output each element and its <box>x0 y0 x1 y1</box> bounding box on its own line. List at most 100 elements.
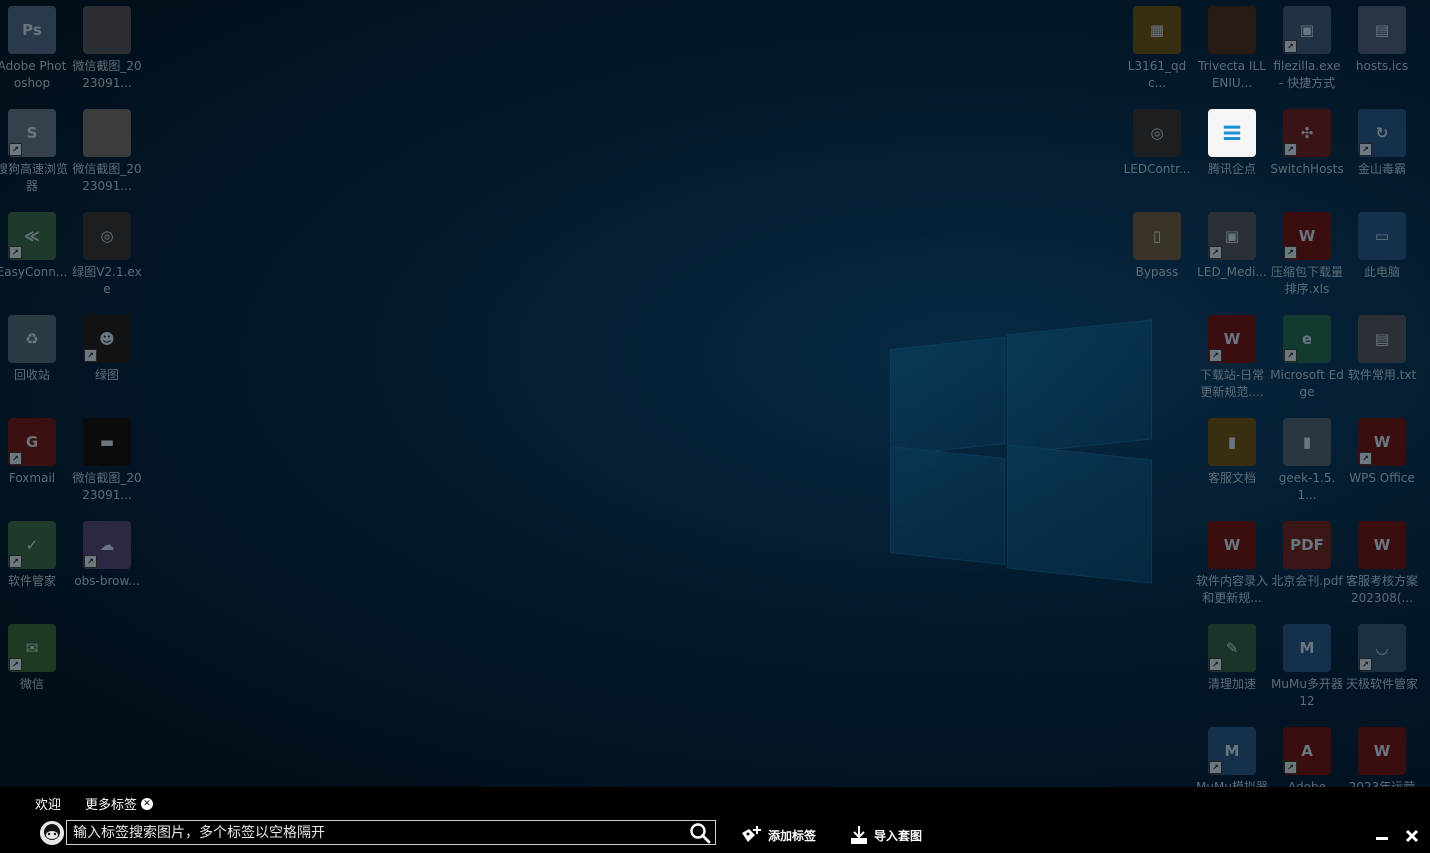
search-icon[interactable] <box>689 822 711 844</box>
desktop-icon[interactable]: e ↗ Microsoft Edge <box>1270 315 1344 401</box>
desktop-icon-label: 下载站-日常更新规范.... <box>1199 368 1265 399</box>
desktop-icon[interactable]: 微信截图_2023091... <box>70 109 144 195</box>
app-icon: A ↗ <box>1283 727 1331 775</box>
desktop-icon[interactable]: ✓ ↗ 软件管家 <box>0 521 69 590</box>
desktop-icon-label: 绿图 <box>94 368 119 382</box>
desktop-icon[interactable]: W ↗ WPS Office <box>1345 418 1419 487</box>
app-icon: ☻ ↗ <box>83 315 131 363</box>
app-icon: M ↗ <box>1208 727 1256 775</box>
desktop-icon[interactable]: ↻ ↗ 金山毒霸 <box>1345 109 1419 178</box>
desktop-icon-label: Adobe Photoshop <box>0 59 67 90</box>
desktop-icon[interactable]: ☁ ↗ obs-brow... <box>70 521 144 590</box>
desktop-icon[interactable]: ≪ ↗ EasyConn... <box>0 212 69 281</box>
app-icon: ▤ <box>1358 6 1406 54</box>
app-icon: ◎ <box>1133 109 1181 157</box>
tab-more-tags[interactable]: 更多标签 ✕ <box>85 794 154 813</box>
app-icon <box>83 109 131 157</box>
desktop-icon-label: 微信截图_2023091... <box>72 59 142 90</box>
app-icon: ▣ ↗ <box>1283 6 1331 54</box>
app-icon: ✉ ↗ <box>8 624 56 672</box>
desktop-icon[interactable]: W 客服考核方案202308(... <box>1345 521 1419 607</box>
desktop-icon-label: 绿图V2.1.exe <box>72 265 142 296</box>
desktop-icon[interactable]: PDF 北京会刊.pdf <box>1270 521 1344 590</box>
avatar[interactable] <box>40 821 64 845</box>
shortcut-arrow-icon: ↗ <box>1209 246 1222 259</box>
desktop-icon-label: Trivecta ILLENIU... <box>1198 59 1266 90</box>
desktop-icon-label: EasyConn... <box>0 265 68 279</box>
desktop-icon-label: 微信截图_2023091... <box>72 162 142 193</box>
desktop-icon[interactable]: M MuMu多开器12 <box>1270 624 1344 710</box>
desktop-icon[interactable]: ◡ ↗ 天极软件管家 <box>1345 624 1419 693</box>
desktop-icon-label: 软件管家 <box>7 574 56 588</box>
app-icon: ↻ ↗ <box>1358 109 1406 157</box>
minimize-icon[interactable] <box>1374 828 1390 844</box>
shortcut-arrow-icon: ↗ <box>1359 658 1372 671</box>
desktop-icon-label: obs-brow... <box>74 574 140 588</box>
app-icon: W ↗ <box>1283 212 1331 260</box>
tab-welcome[interactable]: 欢迎 <box>35 794 61 813</box>
search-input[interactable] <box>67 821 687 844</box>
desktop-icon[interactable]: ✎ ↗ 清理加速 <box>1195 624 1269 693</box>
desktop-icon[interactable]: Ps Adobe Photoshop <box>0 6 69 92</box>
shortcut-arrow-icon: ↗ <box>1209 761 1222 774</box>
shortcut-arrow-icon: ↗ <box>84 349 97 362</box>
desktop-icon[interactable]: ▮ 客服文档 <box>1195 418 1269 487</box>
desktop-icon-label: SwitchHosts <box>1270 162 1344 176</box>
desktop-icon[interactable]: ✉ ↗ 微信 <box>0 624 69 693</box>
app-icon: S ↗ <box>8 109 56 157</box>
desktop-icon[interactable]: Trivecta ILLENIU... <box>1195 6 1269 92</box>
desktop-icon[interactable]: ▭ 此电脑 <box>1345 212 1419 281</box>
desktop-icon-label: MuMu模拟器 <box>1196 780 1268 787</box>
desktop-icon[interactable]: ◎ LEDContr... <box>1120 109 1194 178</box>
shortcut-arrow-icon: ↗ <box>1359 452 1372 465</box>
desktop-icon[interactable]: M ↗ MuMu模拟器 <box>1195 727 1269 787</box>
desktop-icon[interactable]: ▤ 软件常用.txt <box>1345 315 1419 384</box>
desktop-icon[interactable]: ▣ ↗ LED_Medi... <box>1195 212 1269 281</box>
desktop-icon[interactable]: G ↗ Foxmail <box>0 418 69 487</box>
shortcut-arrow-icon: ↗ <box>1284 246 1297 259</box>
add-tag-icon <box>742 826 761 842</box>
app-icon: Ps <box>8 6 56 54</box>
desktop-icon-label: LEDContr... <box>1123 162 1191 176</box>
desktop: Ps Adobe Photoshop 微信截图_2023091... S ↗ 搜狗高速浏览… <box>0 0 1430 787</box>
desktop-icon[interactable]: W ↗ 下载站-日常更新规范.... <box>1195 315 1269 401</box>
app-icon: ✣ ↗ <box>1283 109 1331 157</box>
desktop-icon[interactable]: W 2023年运营 <box>1345 727 1419 787</box>
desktop-icon[interactable]: ▣ ↗ filezilla.exe - 快捷方式 <box>1270 6 1344 92</box>
desktop-icon[interactable]: S ↗ 搜狗高速浏览器 <box>0 109 69 195</box>
shortcut-arrow-icon: ↗ <box>1284 761 1297 774</box>
desktop-icon[interactable]: ☻ ↗ 绿图 <box>70 315 144 384</box>
desktop-icon[interactable]: ♻ 回收站 <box>0 315 69 384</box>
desktop-icon[interactable]: ≡ 腾讯企点 <box>1195 109 1269 178</box>
import-set-button[interactable]: 导入套图 <box>850 825 922 845</box>
close-window-icon[interactable] <box>1404 828 1420 844</box>
import-set-label: 导入套图 <box>874 828 923 843</box>
app-icon: ▮ <box>1283 418 1331 466</box>
close-icon[interactable]: ✕ <box>141 797 154 810</box>
desktop-icon-label: 客服文档 <box>1207 471 1256 485</box>
desktop-icon[interactable]: 微信截图_2023091... <box>70 6 144 92</box>
add-tag-button[interactable]: 添加标签 <box>740 825 816 845</box>
desktop-icon[interactable]: ▮ geek-1.5.1... <box>1270 418 1344 504</box>
app-icon: ▦ <box>1133 6 1181 54</box>
app-icon: ≪ ↗ <box>8 212 56 260</box>
shortcut-arrow-icon: ↗ <box>9 246 22 259</box>
desktop-icon[interactable]: W ↗ 压缩包下载量排序.xls <box>1270 212 1344 298</box>
app-icon: ✎ ↗ <box>1208 624 1256 672</box>
desktop-icon[interactable]: ✣ ↗ SwitchHosts <box>1270 109 1344 178</box>
app-icon: ☁ ↗ <box>83 521 131 569</box>
shortcut-arrow-icon: ↗ <box>1209 349 1222 362</box>
desktop-icon[interactable]: ▤ hosts.ics <box>1345 6 1419 75</box>
desktop-icon[interactable]: ▬ 微信截图_2023091... <box>70 418 144 504</box>
app-icon: W ↗ <box>1358 418 1406 466</box>
desktop-icon[interactable]: ◎ 绿图V2.1.exe <box>70 212 144 298</box>
desktop-icon[interactable]: ▦ L3161_qdc... <box>1120 6 1194 92</box>
desktop-icon-label: 腾讯企点 <box>1207 162 1256 176</box>
desktop-icon[interactable]: A ↗ Adobe <box>1270 727 1344 787</box>
desktop-icon[interactable]: W 软件内容录入和更新规... <box>1195 521 1269 607</box>
shortcut-arrow-icon: ↗ <box>9 452 22 465</box>
app-icon: W <box>1358 521 1406 569</box>
desktop-icon[interactable]: ▯ Bypass <box>1120 212 1194 281</box>
app-icon: ▭ <box>1358 212 1406 260</box>
app-icon: e ↗ <box>1283 315 1331 363</box>
